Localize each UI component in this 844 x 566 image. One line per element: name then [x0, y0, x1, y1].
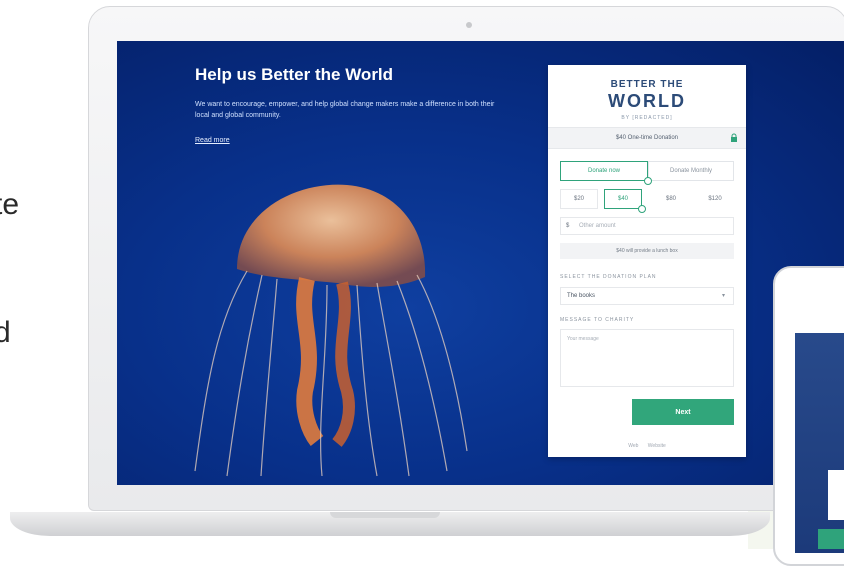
- form-footer: Web Website: [548, 443, 746, 449]
- logo-line-1: BETTER THE: [610, 79, 684, 90]
- donation-summary-bar: $40 One-time Donation: [548, 127, 746, 149]
- message-label: MESSAGE TO CHARITY: [560, 317, 635, 323]
- footer-link-website[interactable]: Website: [648, 443, 666, 449]
- other-amount-placeholder: Other amount: [579, 223, 616, 229]
- amount-option-120[interactable]: $120: [696, 189, 734, 209]
- message-placeholder: Your message: [567, 336, 599, 342]
- impact-message: $40 will provide a lunch box: [560, 243, 734, 259]
- laptop-camera: [466, 22, 472, 28]
- amount-option-80[interactable]: $80: [652, 189, 690, 209]
- message-textarea[interactable]: Your message: [560, 329, 734, 387]
- other-amount-input[interactable]: $ Other amount: [560, 217, 734, 235]
- logo-line-2: WORLD: [608, 91, 686, 111]
- amount-option-20[interactable]: $20: [560, 189, 598, 209]
- page-title: Help us Better the World: [195, 65, 394, 84]
- next-button[interactable]: Next: [632, 399, 734, 425]
- jellyfish-image: [194, 184, 468, 477]
- phone-screen: [795, 333, 844, 553]
- footer-link-web[interactable]: Web: [628, 443, 638, 449]
- lock-icon: [731, 133, 737, 142]
- amount-option-40[interactable]: $40: [604, 189, 642, 209]
- toggle-indicator-dot: [644, 177, 652, 185]
- phone-card: [828, 470, 844, 520]
- hero-description: We want to encourage, empower, and help …: [195, 101, 495, 119]
- currency-symbol: $: [566, 223, 570, 229]
- donate-monthly-tab[interactable]: Donate Monthly: [648, 161, 734, 181]
- logo-subtitle: BY [REDACTED]: [621, 115, 673, 121]
- amount-indicator-dot: [638, 205, 646, 213]
- left-text-fragment-2: d: [0, 316, 11, 349]
- donation-summary: $40 One-time Donation: [615, 135, 679, 141]
- phone-button: [818, 529, 844, 549]
- donate-now-tab[interactable]: Donate now: [560, 161, 648, 181]
- donation-form: BETTER THE WORLD BY [REDACTED] $40 One-t…: [548, 65, 746, 457]
- laptop-notch: [330, 512, 440, 518]
- plan-label: SELECT THE DONATION PLAN: [560, 274, 657, 280]
- left-text-fragment-1: te: [0, 188, 20, 221]
- read-more-link[interactable]: Read more: [195, 137, 230, 144]
- donation-plan-select[interactable]: The books ▾: [560, 287, 734, 305]
- laptop-screen: Help us Better the World We want to enco…: [117, 41, 844, 485]
- chevron-down-icon: ▾: [721, 293, 725, 299]
- donation-plan-value: The books: [567, 293, 596, 299]
